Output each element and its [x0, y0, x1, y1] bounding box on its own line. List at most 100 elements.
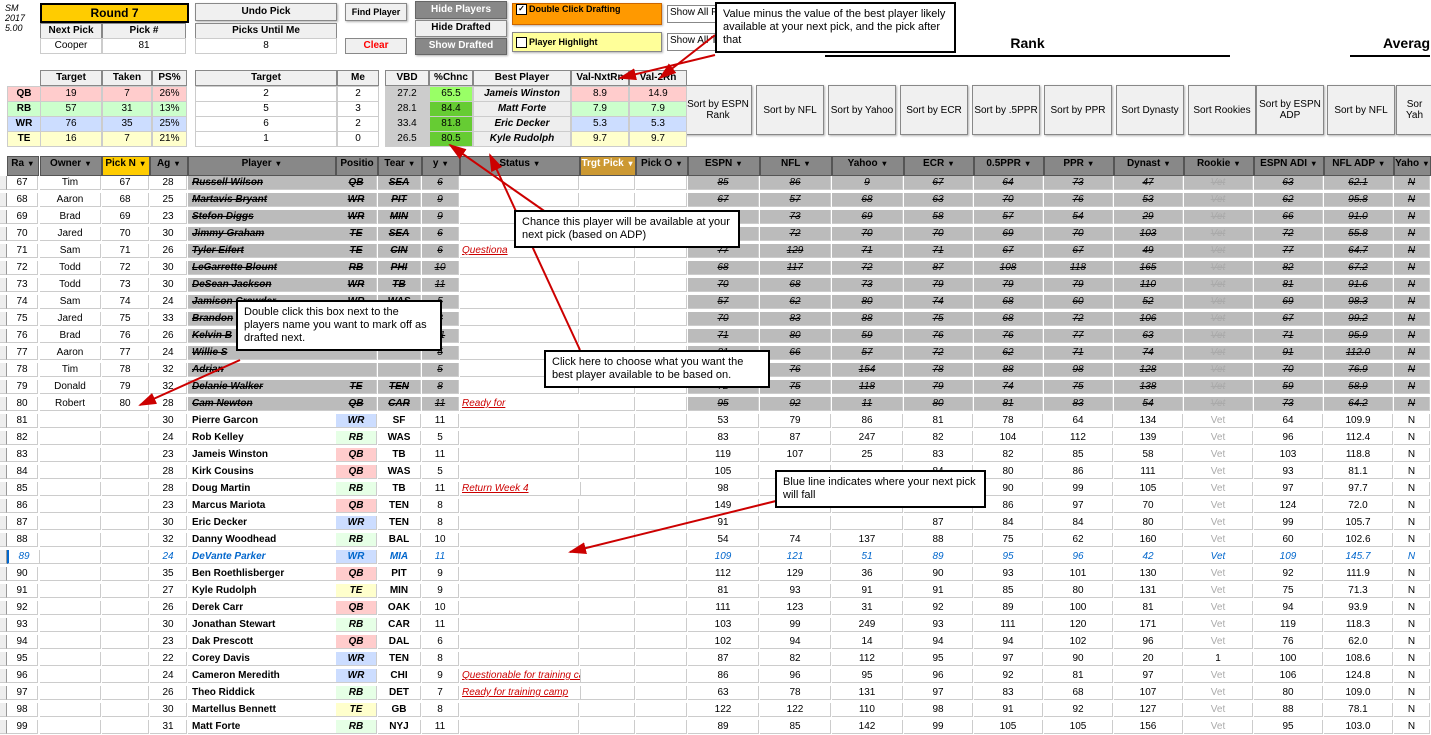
- grid-cell[interactable]: 5: [422, 363, 459, 377]
- grid-cell[interactable]: Kyle Rudolph: [188, 584, 339, 598]
- grid-cell[interactable]: WR: [336, 669, 377, 683]
- find-player-button[interactable]: Find Player: [345, 3, 407, 21]
- grid-cell[interactable]: Ben Roethlisberger: [188, 567, 339, 581]
- clear-button[interactable]: Clear: [345, 38, 407, 54]
- grid-cell[interactable]: QB: [336, 601, 377, 615]
- grid-cell[interactable]: SEA: [378, 227, 421, 241]
- grid-cell[interactable]: Dak Prescott: [188, 635, 339, 649]
- grid-header-3[interactable]: Ag ▾: [150, 156, 188, 176]
- grid-header-8[interactable]: Status ▾: [460, 156, 580, 176]
- grid-cell[interactable]: MIA: [378, 550, 421, 564]
- grid-cell[interactable]: 11: [422, 414, 459, 428]
- sort-button-1[interactable]: Sort by NFL: [756, 85, 824, 135]
- grid-header-4[interactable]: Player ▾: [188, 156, 336, 176]
- sort-button-4[interactable]: Sort by .5PPR: [972, 85, 1040, 135]
- grid-cell[interactable]: Martavis Bryant: [188, 193, 339, 207]
- grid-cell[interactable]: TB: [378, 278, 421, 292]
- grid-cell[interactable]: 6: [422, 227, 459, 241]
- grid-cell[interactable]: QB: [336, 567, 377, 581]
- show-drafted-button[interactable]: Show Drafted: [415, 38, 507, 55]
- grid-cell[interactable]: WR: [336, 414, 377, 428]
- grid-cell[interactable]: RB: [336, 261, 377, 275]
- grid-cell[interactable]: NYJ: [378, 720, 421, 734]
- grid-cell[interactable]: 11: [422, 278, 459, 292]
- grid-cell[interactable]: WR: [336, 652, 377, 666]
- grid-cell[interactable]: 11: [422, 482, 459, 496]
- grid-cell[interactable]: TE: [336, 584, 377, 598]
- grid-cell[interactable]: 11: [422, 448, 459, 462]
- grid-cell[interactable]: Russell Wilson: [188, 176, 339, 190]
- grid-cell[interactable]: 5: [422, 465, 459, 479]
- grid-header-6[interactable]: Tear ▾: [378, 156, 422, 176]
- grid-cell[interactable]: 9: [422, 669, 459, 683]
- grid-cell[interactable]: [378, 363, 421, 377]
- grid-cell[interactable]: DAL: [378, 635, 421, 649]
- grid-cell[interactable]: TE: [336, 703, 377, 717]
- grid-cell[interactable]: WAS: [378, 465, 421, 479]
- grid-cell[interactable]: TEN: [378, 380, 421, 394]
- grid-cell[interactable]: Corey Davis: [188, 652, 339, 666]
- grid-cell[interactable]: Cam Newton: [188, 397, 339, 411]
- undo-pick-button[interactable]: Undo Pick: [195, 3, 337, 21]
- player-highlight-toggle[interactable]: Player Highlight: [512, 32, 662, 52]
- sort-button-6[interactable]: Sort Dynasty: [1116, 85, 1184, 135]
- grid-header-11[interactable]: ESPN ▾: [688, 156, 760, 176]
- sort-button-8[interactable]: Sort by ESPN ADP: [1256, 85, 1324, 135]
- grid-cell[interactable]: DET: [378, 686, 421, 700]
- grid-header-13[interactable]: Yahoo ▾: [832, 156, 904, 176]
- grid-cell[interactable]: Theo Riddick: [188, 686, 339, 700]
- grid-cell[interactable]: MIN: [378, 584, 421, 598]
- grid-cell[interactable]: RB: [336, 618, 377, 632]
- grid-cell[interactable]: QB: [336, 465, 377, 479]
- grid-header-1[interactable]: Owner ▾: [40, 156, 102, 176]
- grid-header-20[interactable]: NFL ADP ▾: [1324, 156, 1394, 176]
- grid-header-0[interactable]: Ra ▾: [7, 156, 39, 176]
- grid-cell[interactable]: Adrian: [188, 363, 339, 377]
- grid-cell[interactable]: BAL: [378, 533, 421, 547]
- grid-cell[interactable]: Doug Martin: [188, 482, 339, 496]
- grid-header-7[interactable]: y ▾: [422, 156, 460, 176]
- grid-cell[interactable]: RB: [336, 431, 377, 445]
- sort-button-0[interactable]: Sort by ESPN Rank: [684, 85, 752, 135]
- grid-cell[interactable]: TEN: [378, 516, 421, 530]
- grid-cell[interactable]: SF: [378, 414, 421, 428]
- grid-cell[interactable]: 11: [422, 720, 459, 734]
- grid-cell[interactable]: QB: [336, 635, 377, 649]
- grid-cell[interactable]: 10: [422, 533, 459, 547]
- hide-drafted-button[interactable]: Hide Drafted: [415, 20, 507, 37]
- grid-cell[interactable]: Delanie Walker: [188, 380, 339, 394]
- grid-cell[interactable]: TB: [378, 482, 421, 496]
- grid-cell[interactable]: Stefon Diggs: [188, 210, 339, 224]
- grid-cell[interactable]: 9: [422, 567, 459, 581]
- grid-cell[interactable]: 7: [422, 686, 459, 700]
- sort-button-3[interactable]: Sort by ECR: [900, 85, 968, 135]
- grid-cell[interactable]: TEN: [378, 499, 421, 513]
- grid-cell[interactable]: Tyler Eifert: [188, 244, 339, 258]
- grid-cell[interactable]: 8: [422, 652, 459, 666]
- grid-cell[interactable]: Danny Woodhead: [188, 533, 339, 547]
- grid-cell[interactable]: 6: [422, 176, 459, 190]
- grid-cell[interactable]: TE: [336, 380, 377, 394]
- grid-cell[interactable]: GB: [378, 703, 421, 717]
- grid-cell[interactable]: TE: [336, 227, 377, 241]
- sort-button-5[interactable]: Sort by PPR: [1044, 85, 1112, 135]
- grid-cell[interactable]: DeSean Jackson: [188, 278, 339, 292]
- grid-header-16[interactable]: PPR ▾: [1044, 156, 1114, 176]
- grid-cell[interactable]: 11: [422, 397, 459, 411]
- grid-cell[interactable]: WR: [336, 516, 377, 530]
- grid-cell[interactable]: 5: [422, 431, 459, 445]
- grid-cell[interactable]: RB: [336, 686, 377, 700]
- grid-header-21[interactable]: Yaho ▾: [1394, 156, 1431, 176]
- grid-cell[interactable]: CAR: [378, 397, 421, 411]
- grid-cell[interactable]: TE: [336, 244, 377, 258]
- grid-cell[interactable]: QB: [336, 448, 377, 462]
- grid-header-5[interactable]: Positio ▾: [336, 156, 378, 176]
- sort-button-2[interactable]: Sort by Yahoo: [828, 85, 896, 135]
- grid-cell[interactable]: MIN: [378, 210, 421, 224]
- grid-header-17[interactable]: Dynast ▾: [1114, 156, 1184, 176]
- grid-cell[interactable]: QB: [336, 176, 377, 190]
- hide-players-button[interactable]: Hide Players: [415, 1, 507, 19]
- grid-cell[interactable]: Jonathan Stewart: [188, 618, 339, 632]
- grid-cell[interactable]: QB: [336, 499, 377, 513]
- grid-cell[interactable]: PIT: [378, 567, 421, 581]
